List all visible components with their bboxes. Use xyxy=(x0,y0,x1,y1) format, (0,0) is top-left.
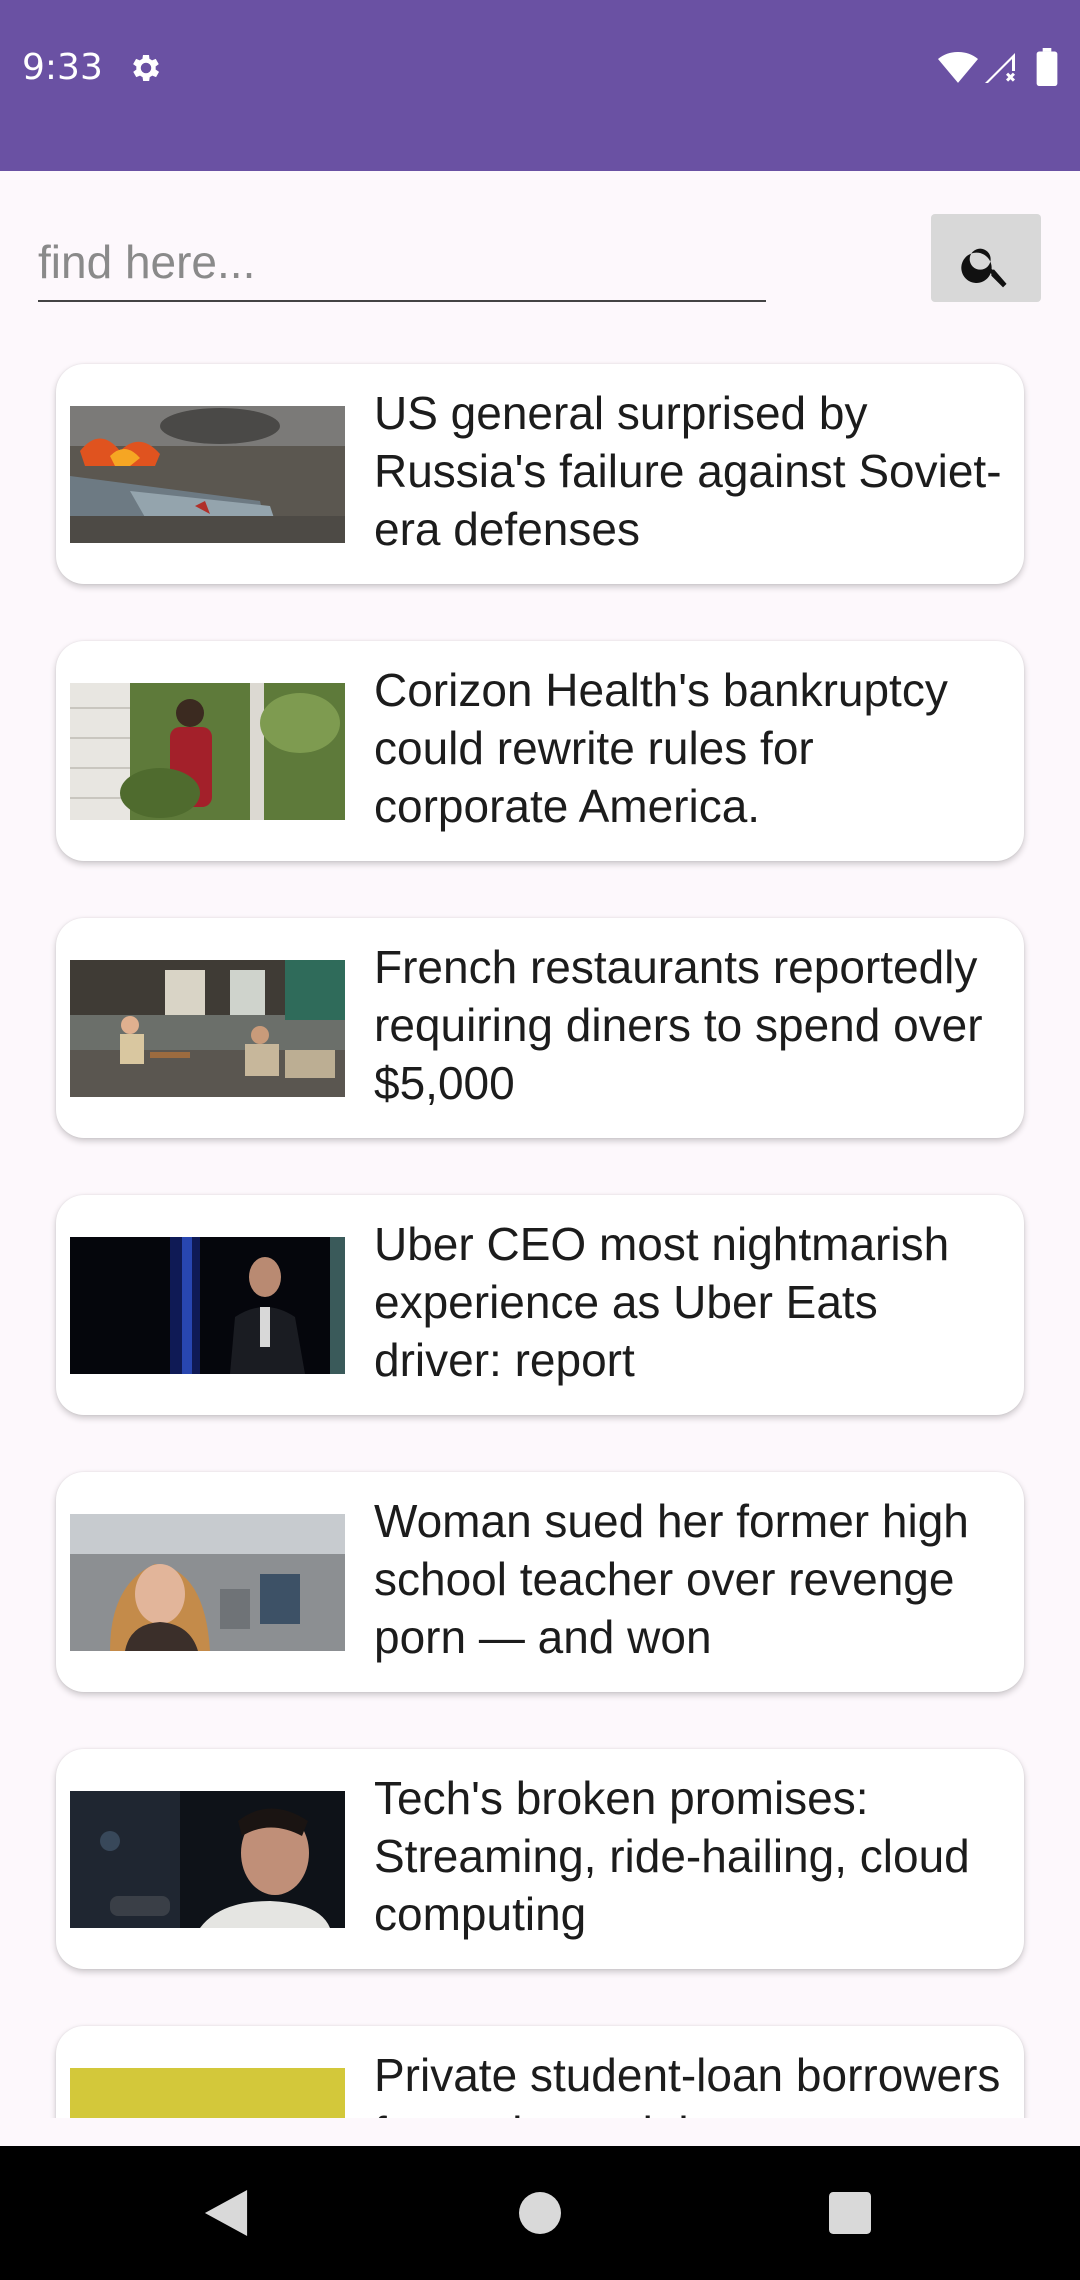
article-card[interactable]: Tech's broken promises: Streaming, ride-… xyxy=(56,1749,1024,1969)
article-title: Corizon Health's bankruptcy could rewrit… xyxy=(374,664,948,832)
wifi-icon xyxy=(938,51,978,83)
status-time: 9:33 xyxy=(22,47,103,88)
search-input[interactable] xyxy=(38,224,766,302)
article-title: French restaurants reportedly requiring … xyxy=(374,941,983,1109)
article-card[interactable]: French restaurants reportedly requiring … xyxy=(56,918,1024,1138)
search-button[interactable] xyxy=(931,214,1041,302)
article-title: Uber CEO most nightmarish experience as … xyxy=(374,1218,950,1386)
article-thumbnail xyxy=(70,1514,345,1651)
article-card[interactable]: Private student-loan borrowers face a hu… xyxy=(56,2026,1024,2118)
article-thumbnail xyxy=(70,406,345,543)
search-icon xyxy=(961,248,1007,287)
article-thumbnail xyxy=(70,960,345,1097)
gear-icon xyxy=(133,54,160,82)
battery-icon xyxy=(1036,48,1058,86)
article-thumbnail xyxy=(70,2068,345,2118)
article-title: US general surprised by Russia's failure… xyxy=(374,387,1002,555)
article-card[interactable]: Corizon Health's bankruptcy could rewrit… xyxy=(56,641,1024,861)
status-bar: 9:33 xyxy=(0,0,1080,171)
signal-icon xyxy=(985,53,1015,83)
home-icon[interactable] xyxy=(519,2192,561,2234)
article-title: Woman sued her former high school teache… xyxy=(374,1495,969,1663)
article-title: Private student-loan borrowers face a hu… xyxy=(374,2049,1001,2118)
article-title: Tech's broken promises: Streaming, ride-… xyxy=(374,1772,970,1940)
article-thumbnail xyxy=(70,1237,345,1374)
article-card[interactable]: US general surprised by Russia's failure… xyxy=(56,364,1024,584)
article-card[interactable]: Woman sued her former high school teache… xyxy=(56,1472,1024,1692)
article-list[interactable]: US general surprised by Russia's failure… xyxy=(0,340,1080,2118)
article-thumbnail xyxy=(70,683,345,820)
back-icon[interactable] xyxy=(204,2190,248,2236)
recents-icon[interactable] xyxy=(829,2192,871,2234)
article-thumbnail xyxy=(70,1791,345,1928)
article-card[interactable]: Uber CEO most nightmarish experience as … xyxy=(56,1195,1024,1415)
